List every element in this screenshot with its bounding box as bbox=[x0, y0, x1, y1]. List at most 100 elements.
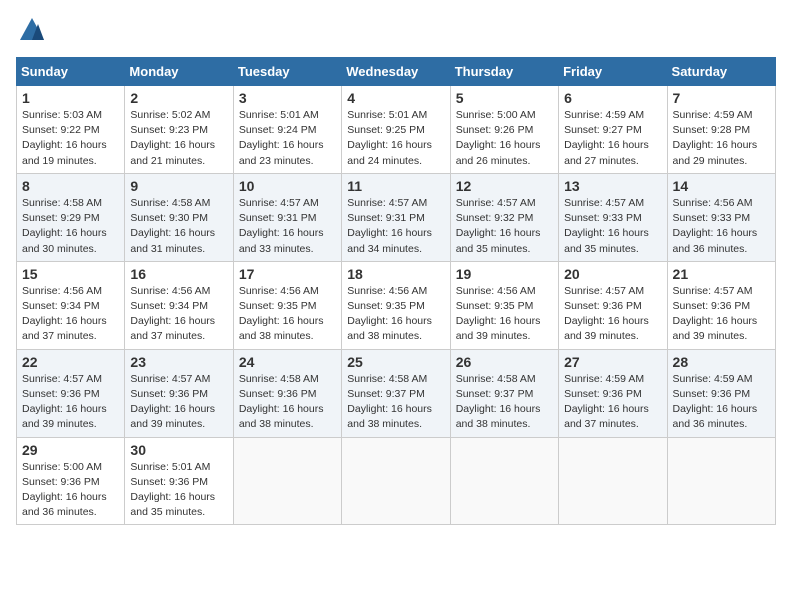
calendar-day-cell: 7Sunrise: 4:59 AMSunset: 9:28 PMDaylight… bbox=[667, 86, 775, 174]
calendar-day-cell: 2Sunrise: 5:02 AMSunset: 9:23 PMDaylight… bbox=[125, 86, 233, 174]
day-number: 19 bbox=[456, 266, 553, 282]
calendar-day-cell: 16 Sunrise: 4:56 AMSunset: 9:34 PMDayligh… bbox=[125, 261, 233, 349]
day-number: 11 bbox=[347, 178, 444, 194]
day-number: 27 bbox=[564, 354, 661, 370]
calendar-day-cell: 28 Sunrise: 4:59 AMSunset: 9:36 PMDayligh… bbox=[667, 349, 775, 437]
calendar-day-cell: 4 Sunrise: 5:01 AMSunset: 9:25 PMDaylight… bbox=[342, 86, 450, 174]
calendar-day-cell: 27 Sunrise: 4:59 AMSunset: 9:36 PMDayligh… bbox=[559, 349, 667, 437]
calendar-day-cell: 19 Sunrise: 4:56 AMSunset: 9:35 PMDayligh… bbox=[450, 261, 558, 349]
calendar-day-cell: 13Sunrise: 4:57 AMSunset: 9:33 PMDayligh… bbox=[559, 173, 667, 261]
calendar-day-cell: 5 Sunrise: 5:00 AMSunset: 9:26 PMDaylight… bbox=[450, 86, 558, 174]
day-info: Sunrise: 4:57 AMSunset: 9:33 PMDaylight:… bbox=[564, 196, 661, 257]
day-number: 5 bbox=[456, 90, 553, 106]
calendar-day-cell: 9Sunrise: 4:58 AMSunset: 9:30 PMDaylight… bbox=[125, 173, 233, 261]
day-number: 6 bbox=[564, 90, 661, 106]
day-info: Sunrise: 5:00 AMSunset: 9:36 PMDaylight:… bbox=[22, 460, 119, 521]
day-info: Sunrise: 4:57 AMSunset: 9:36 PMDaylight:… bbox=[22, 372, 119, 433]
weekday-header-wednesday: Wednesday bbox=[342, 58, 450, 86]
day-info: Sunrise: 4:58 AMSunset: 9:36 PMDaylight:… bbox=[239, 372, 336, 433]
day-number: 20 bbox=[564, 266, 661, 282]
day-info: Sunrise: 4:56 AMSunset: 9:35 PMDaylight:… bbox=[347, 284, 444, 345]
day-info: Sunrise: 4:56 AMSunset: 9:34 PMDaylight:… bbox=[22, 284, 119, 345]
calendar-table: SundayMondayTuesdayWednesdayThursdayFrid… bbox=[16, 57, 776, 525]
calendar-day-cell: 21 Sunrise: 4:57 AMSunset: 9:36 PMDayligh… bbox=[667, 261, 775, 349]
day-number: 18 bbox=[347, 266, 444, 282]
day-number: 12 bbox=[456, 178, 553, 194]
day-info: Sunrise: 4:59 AMSunset: 9:28 PMDaylight:… bbox=[673, 108, 770, 169]
calendar-day-cell: 24 Sunrise: 4:58 AMSunset: 9:36 PMDayligh… bbox=[233, 349, 341, 437]
day-info: Sunrise: 5:01 AMSunset: 9:25 PMDaylight:… bbox=[347, 108, 444, 169]
calendar-day-cell: 1Sunrise: 5:03 AMSunset: 9:22 PMDaylight… bbox=[17, 86, 125, 174]
day-number: 9 bbox=[130, 178, 227, 194]
day-number: 29 bbox=[22, 442, 119, 458]
day-number: 4 bbox=[347, 90, 444, 106]
calendar-day-cell: 14 Sunrise: 4:56 AMSunset: 9:33 PMDayligh… bbox=[667, 173, 775, 261]
calendar-week-row: 8 Sunrise: 4:58 AMSunset: 9:29 PMDaylight… bbox=[17, 173, 776, 261]
calendar-week-row: 29 Sunrise: 5:00 AMSunset: 9:36 PMDayligh… bbox=[17, 437, 776, 525]
weekday-header-saturday: Saturday bbox=[667, 58, 775, 86]
calendar-day-cell: 29 Sunrise: 5:00 AMSunset: 9:36 PMDayligh… bbox=[17, 437, 125, 525]
weekday-header-friday: Friday bbox=[559, 58, 667, 86]
day-info: Sunrise: 4:57 AMSunset: 9:36 PMDaylight:… bbox=[130, 372, 227, 433]
day-number: 22 bbox=[22, 354, 119, 370]
day-number: 25 bbox=[347, 354, 444, 370]
day-number: 14 bbox=[673, 178, 770, 194]
day-number: 28 bbox=[673, 354, 770, 370]
calendar-day-cell: 11 Sunrise: 4:57 AMSunset: 9:31 PMDayligh… bbox=[342, 173, 450, 261]
day-info: Sunrise: 4:57 AMSunset: 9:31 PMDaylight:… bbox=[347, 196, 444, 257]
day-number: 15 bbox=[22, 266, 119, 282]
weekday-header-tuesday: Tuesday bbox=[233, 58, 341, 86]
day-info: Sunrise: 4:57 AMSunset: 9:36 PMDaylight:… bbox=[673, 284, 770, 345]
day-info: Sunrise: 4:59 AMSunset: 9:27 PMDaylight:… bbox=[564, 108, 661, 169]
day-info: Sunrise: 4:56 AMSunset: 9:33 PMDaylight:… bbox=[673, 196, 770, 257]
day-number: 1 bbox=[22, 90, 119, 106]
day-number: 23 bbox=[130, 354, 227, 370]
empty-cell bbox=[450, 437, 558, 525]
day-info: Sunrise: 4:56 AMSunset: 9:35 PMDaylight:… bbox=[456, 284, 553, 345]
empty-cell bbox=[233, 437, 341, 525]
page-header bbox=[16, 16, 776, 49]
day-number: 24 bbox=[239, 354, 336, 370]
calendar-week-row: 22 Sunrise: 4:57 AMSunset: 9:36 PMDayligh… bbox=[17, 349, 776, 437]
calendar-day-cell: 3Sunrise: 5:01 AMSunset: 9:24 PMDaylight… bbox=[233, 86, 341, 174]
calendar-day-cell: 12 Sunrise: 4:57 AMSunset: 9:32 PMDayligh… bbox=[450, 173, 558, 261]
logo-icon bbox=[18, 16, 46, 44]
weekday-header-thursday: Thursday bbox=[450, 58, 558, 86]
empty-cell bbox=[559, 437, 667, 525]
calendar-week-row: 15 Sunrise: 4:56 AMSunset: 9:34 PMDayligh… bbox=[17, 261, 776, 349]
day-number: 26 bbox=[456, 354, 553, 370]
calendar-day-cell: 26 Sunrise: 4:58 AMSunset: 9:37 PMDayligh… bbox=[450, 349, 558, 437]
day-number: 10 bbox=[239, 178, 336, 194]
day-info: Sunrise: 4:57 AMSunset: 9:36 PMDaylight:… bbox=[564, 284, 661, 345]
weekday-header-monday: Monday bbox=[125, 58, 233, 86]
day-info: Sunrise: 4:58 AMSunset: 9:29 PMDaylight:… bbox=[22, 196, 119, 257]
day-number: 17 bbox=[239, 266, 336, 282]
calendar-day-cell: 18 Sunrise: 4:56 AMSunset: 9:35 PMDayligh… bbox=[342, 261, 450, 349]
day-info: Sunrise: 5:00 AMSunset: 9:26 PMDaylight:… bbox=[456, 108, 553, 169]
calendar-day-cell: 10 Sunrise: 4:57 AMSunset: 9:31 PMDayligh… bbox=[233, 173, 341, 261]
day-info: Sunrise: 5:01 AMSunset: 9:36 PMDaylight:… bbox=[130, 460, 227, 521]
calendar-day-cell: 22 Sunrise: 4:57 AMSunset: 9:36 PMDayligh… bbox=[17, 349, 125, 437]
calendar-day-cell: 23 Sunrise: 4:57 AMSunset: 9:36 PMDayligh… bbox=[125, 349, 233, 437]
day-info: Sunrise: 4:57 AMSunset: 9:31 PMDaylight:… bbox=[239, 196, 336, 257]
empty-cell bbox=[342, 437, 450, 525]
day-info: Sunrise: 4:56 AMSunset: 9:35 PMDaylight:… bbox=[239, 284, 336, 345]
calendar-day-cell: 30 Sunrise: 5:01 AMSunset: 9:36 PMDayligh… bbox=[125, 437, 233, 525]
calendar-day-cell: 17 Sunrise: 4:56 AMSunset: 9:35 PMDayligh… bbox=[233, 261, 341, 349]
day-info: Sunrise: 4:59 AMSunset: 9:36 PMDaylight:… bbox=[564, 372, 661, 433]
day-info: Sunrise: 4:57 AMSunset: 9:32 PMDaylight:… bbox=[456, 196, 553, 257]
day-number: 3 bbox=[239, 90, 336, 106]
day-number: 8 bbox=[22, 178, 119, 194]
day-number: 16 bbox=[130, 266, 227, 282]
day-number: 30 bbox=[130, 442, 227, 458]
logo bbox=[16, 16, 46, 49]
calendar-day-cell: 6 Sunrise: 4:59 AMSunset: 9:27 PMDaylight… bbox=[559, 86, 667, 174]
day-info: Sunrise: 4:59 AMSunset: 9:36 PMDaylight:… bbox=[673, 372, 770, 433]
day-number: 21 bbox=[673, 266, 770, 282]
weekday-header-sunday: Sunday bbox=[17, 58, 125, 86]
calendar-week-row: 1Sunrise: 5:03 AMSunset: 9:22 PMDaylight… bbox=[17, 86, 776, 174]
calendar-day-cell: 8 Sunrise: 4:58 AMSunset: 9:29 PMDaylight… bbox=[17, 173, 125, 261]
day-info: Sunrise: 4:56 AMSunset: 9:34 PMDaylight:… bbox=[130, 284, 227, 345]
day-info: Sunrise: 4:58 AMSunset: 9:37 PMDaylight:… bbox=[456, 372, 553, 433]
day-number: 2 bbox=[130, 90, 227, 106]
